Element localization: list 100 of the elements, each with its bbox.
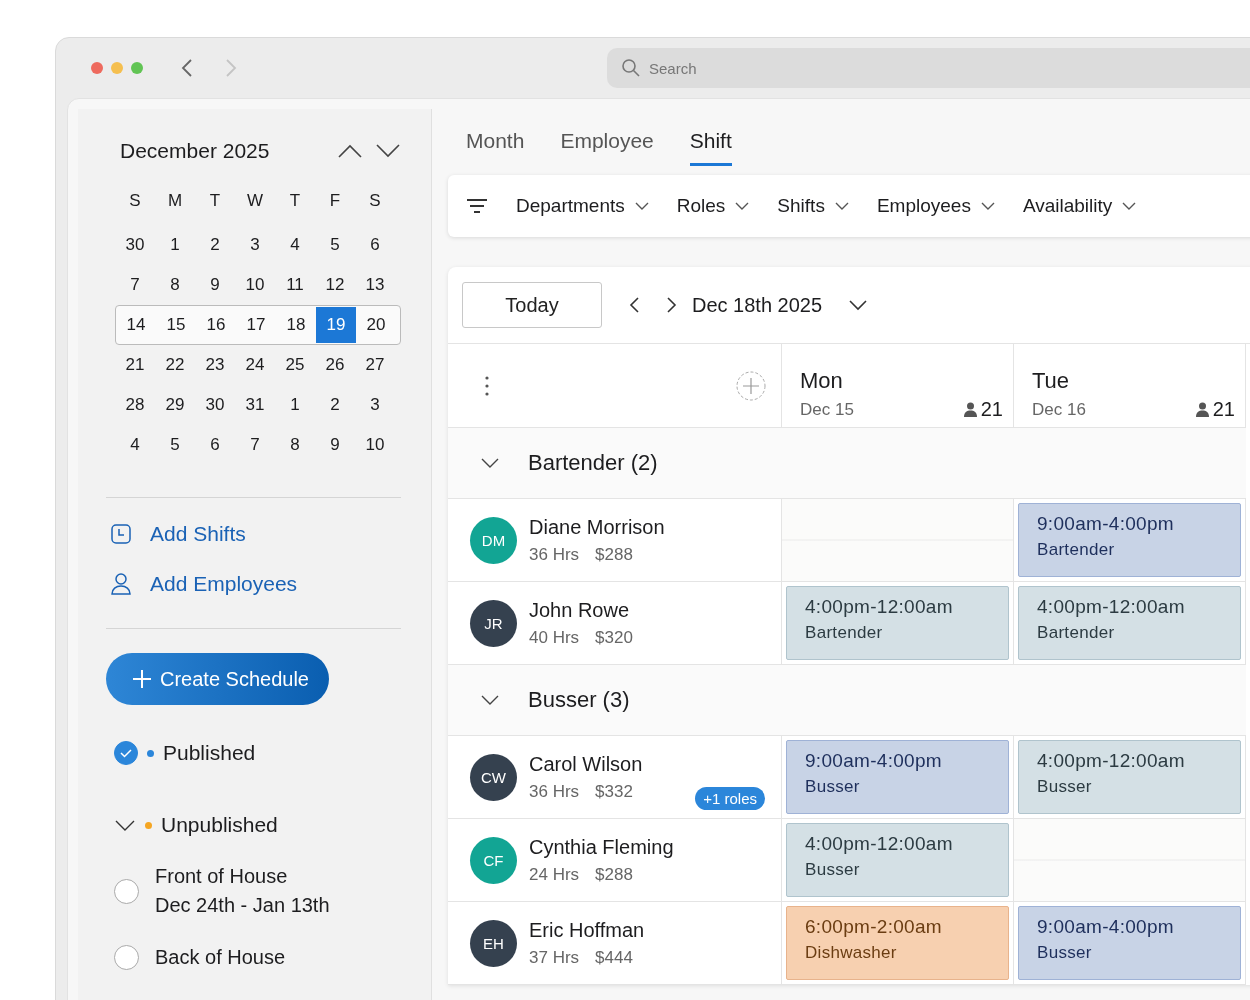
radio-button[interactable] bbox=[114, 878, 139, 904]
weekday-label: M bbox=[166, 191, 184, 211]
day-date: Dec 15 bbox=[800, 399, 854, 420]
roles-badge: +1 roles bbox=[695, 787, 765, 810]
avatar: CW bbox=[470, 753, 517, 801]
calendar-day[interactable]: 5 bbox=[315, 227, 355, 263]
calendar-day[interactable]: 22 bbox=[155, 347, 195, 383]
calendar-day[interactable]: 14 bbox=[116, 307, 156, 343]
filter-dropdown[interactable]: Employees bbox=[876, 195, 995, 217]
employee-pay: $332 bbox=[595, 781, 633, 802]
calendar-day[interactable]: 25 bbox=[275, 347, 315, 383]
checkbox[interactable] bbox=[114, 741, 138, 765]
employee-hours: 36 Hrs bbox=[529, 544, 580, 565]
filter-icon[interactable] bbox=[466, 198, 488, 214]
view-tab[interactable]: Shift bbox=[689, 129, 732, 166]
calendar-day[interactable]: 11 bbox=[275, 267, 315, 303]
chevron-down-icon bbox=[834, 201, 849, 211]
calendar-day[interactable]: 2 bbox=[195, 227, 235, 263]
more-icon[interactable] bbox=[484, 374, 490, 397]
shift-card[interactable]: 6:00pm-2:00am Dishwasher bbox=[786, 906, 1009, 980]
employee-hours: 24 Hrs bbox=[529, 864, 580, 885]
calendar-day[interactable]: 12 bbox=[315, 267, 355, 303]
search-field[interactable]: Search bbox=[607, 48, 1250, 88]
today-button[interactable]: Today bbox=[462, 282, 602, 328]
selected-week[interactable]: 14 15 16 17 18 19 20 bbox=[115, 305, 401, 345]
chevron-icon[interactable] bbox=[480, 694, 500, 706]
calendar-day[interactable]: 8 bbox=[275, 427, 315, 463]
calendar-day[interactable]: 23 bbox=[195, 347, 235, 383]
calendar-day[interactable]: 2 bbox=[315, 387, 355, 423]
action-link[interactable]: Add Shifts bbox=[110, 522, 401, 546]
calendar-day[interactable]: 24 bbox=[235, 347, 275, 383]
calendar-day[interactable]: 20 bbox=[356, 307, 396, 343]
calendar-day[interactable]: 29 bbox=[155, 387, 195, 423]
shift-card[interactable]: 9:00am-4:00pm Bartender bbox=[1018, 503, 1241, 577]
calendar-day[interactable]: 9 bbox=[315, 427, 355, 463]
shift-card[interactable]: 4:00pm-12:00am Busser bbox=[1018, 740, 1241, 814]
filter-dropdown[interactable]: Availability bbox=[1022, 195, 1137, 217]
calendar-day[interactable]: 28 bbox=[115, 387, 155, 423]
create-schedule-button[interactable]: Create Schedule bbox=[106, 653, 329, 705]
chevron-icon[interactable] bbox=[114, 818, 136, 832]
radio-button[interactable] bbox=[114, 945, 139, 970]
clock-icon bbox=[110, 523, 132, 545]
employee-name: John Rowe bbox=[529, 598, 631, 622]
calendar-day[interactable]: 4 bbox=[275, 227, 315, 263]
calendar-day[interactable]: 30 bbox=[115, 227, 155, 263]
calendar-day[interactable]: 15 bbox=[156, 307, 196, 343]
action-link[interactable]: Add Employees bbox=[110, 572, 401, 596]
calendar-day[interactable]: 6 bbox=[355, 227, 395, 263]
previous-icon[interactable] bbox=[628, 295, 640, 315]
calendar-day[interactable]: 27 bbox=[355, 347, 395, 383]
calendar-day[interactable]: 6 bbox=[195, 427, 235, 463]
chevron-down-icon[interactable] bbox=[375, 143, 401, 159]
calendar-day[interactable]: 18 bbox=[276, 307, 316, 343]
next-icon[interactable] bbox=[666, 295, 678, 315]
calendar-day[interactable]: 3 bbox=[355, 387, 395, 423]
calendar-day[interactable]: 21 bbox=[115, 347, 155, 383]
shift-card[interactable]: 4:00pm-12:00am Busser bbox=[786, 823, 1009, 897]
chevron-down-icon[interactable] bbox=[848, 299, 869, 311]
calendar-day[interactable]: 3 bbox=[235, 227, 275, 263]
calendar-day[interactable]: 1 bbox=[275, 387, 315, 423]
calendar-day[interactable]: 1 bbox=[155, 227, 195, 263]
empty-shift-cell[interactable] bbox=[782, 499, 1014, 582]
filter-dropdown[interactable]: Shifts bbox=[777, 195, 849, 217]
empty-shift-cell[interactable] bbox=[1014, 819, 1246, 902]
chevron-up-icon[interactable] bbox=[337, 143, 363, 159]
calendar-day[interactable]: 30 bbox=[195, 387, 235, 423]
filter-dropdown[interactable]: Departments bbox=[516, 195, 649, 217]
avatar: DM bbox=[470, 516, 517, 564]
avatar: JR bbox=[470, 599, 517, 647]
calendar-day[interactable]: 16 bbox=[196, 307, 236, 343]
person-icon bbox=[963, 401, 977, 418]
calendar-day[interactable]: 10 bbox=[235, 267, 275, 303]
calendar-day[interactable]: 13 bbox=[355, 267, 395, 303]
calendar-day[interactable]: 19 bbox=[316, 307, 356, 343]
view-tab[interactable]: Month bbox=[466, 129, 525, 163]
calendar-day[interactable]: 26 bbox=[315, 347, 355, 383]
schedule-name: Front of House bbox=[155, 865, 289, 888]
filter-dropdown[interactable]: Roles bbox=[676, 195, 750, 217]
chevron-icon[interactable] bbox=[480, 457, 500, 469]
shift-card[interactable]: 4:00pm-12:00am Bartender bbox=[786, 586, 1009, 660]
calendar-day[interactable]: 10 bbox=[355, 427, 395, 463]
date-picker[interactable]: Dec 18th 2025 bbox=[692, 293, 823, 317]
close-window-button[interactable] bbox=[91, 62, 103, 74]
back-icon[interactable] bbox=[181, 58, 193, 78]
shift-card[interactable]: 9:00am-4:00pm Busser bbox=[786, 740, 1009, 814]
weekday-label: T bbox=[208, 191, 222, 211]
calendar-day[interactable]: 7 bbox=[115, 267, 155, 303]
calendar-day[interactable]: 4 bbox=[115, 427, 155, 463]
calendar-day[interactable]: 9 bbox=[195, 267, 235, 303]
calendar-day[interactable]: 17 bbox=[236, 307, 276, 343]
shift-card[interactable]: 4:00pm-12:00am Bartender bbox=[1018, 586, 1241, 660]
view-tab[interactable]: Employee bbox=[560, 129, 654, 163]
employee-name: Cynthia Fleming bbox=[529, 835, 675, 859]
calendar-day[interactable]: 8 bbox=[155, 267, 195, 303]
calendar-day[interactable]: 7 bbox=[235, 427, 275, 463]
weekday-label: T bbox=[288, 191, 302, 211]
weekday-label: S bbox=[368, 191, 382, 211]
shift-card[interactable]: 9:00am-4:00pm Busser bbox=[1018, 906, 1241, 980]
calendar-day[interactable]: 31 bbox=[235, 387, 275, 423]
calendar-day[interactable]: 5 bbox=[155, 427, 195, 463]
